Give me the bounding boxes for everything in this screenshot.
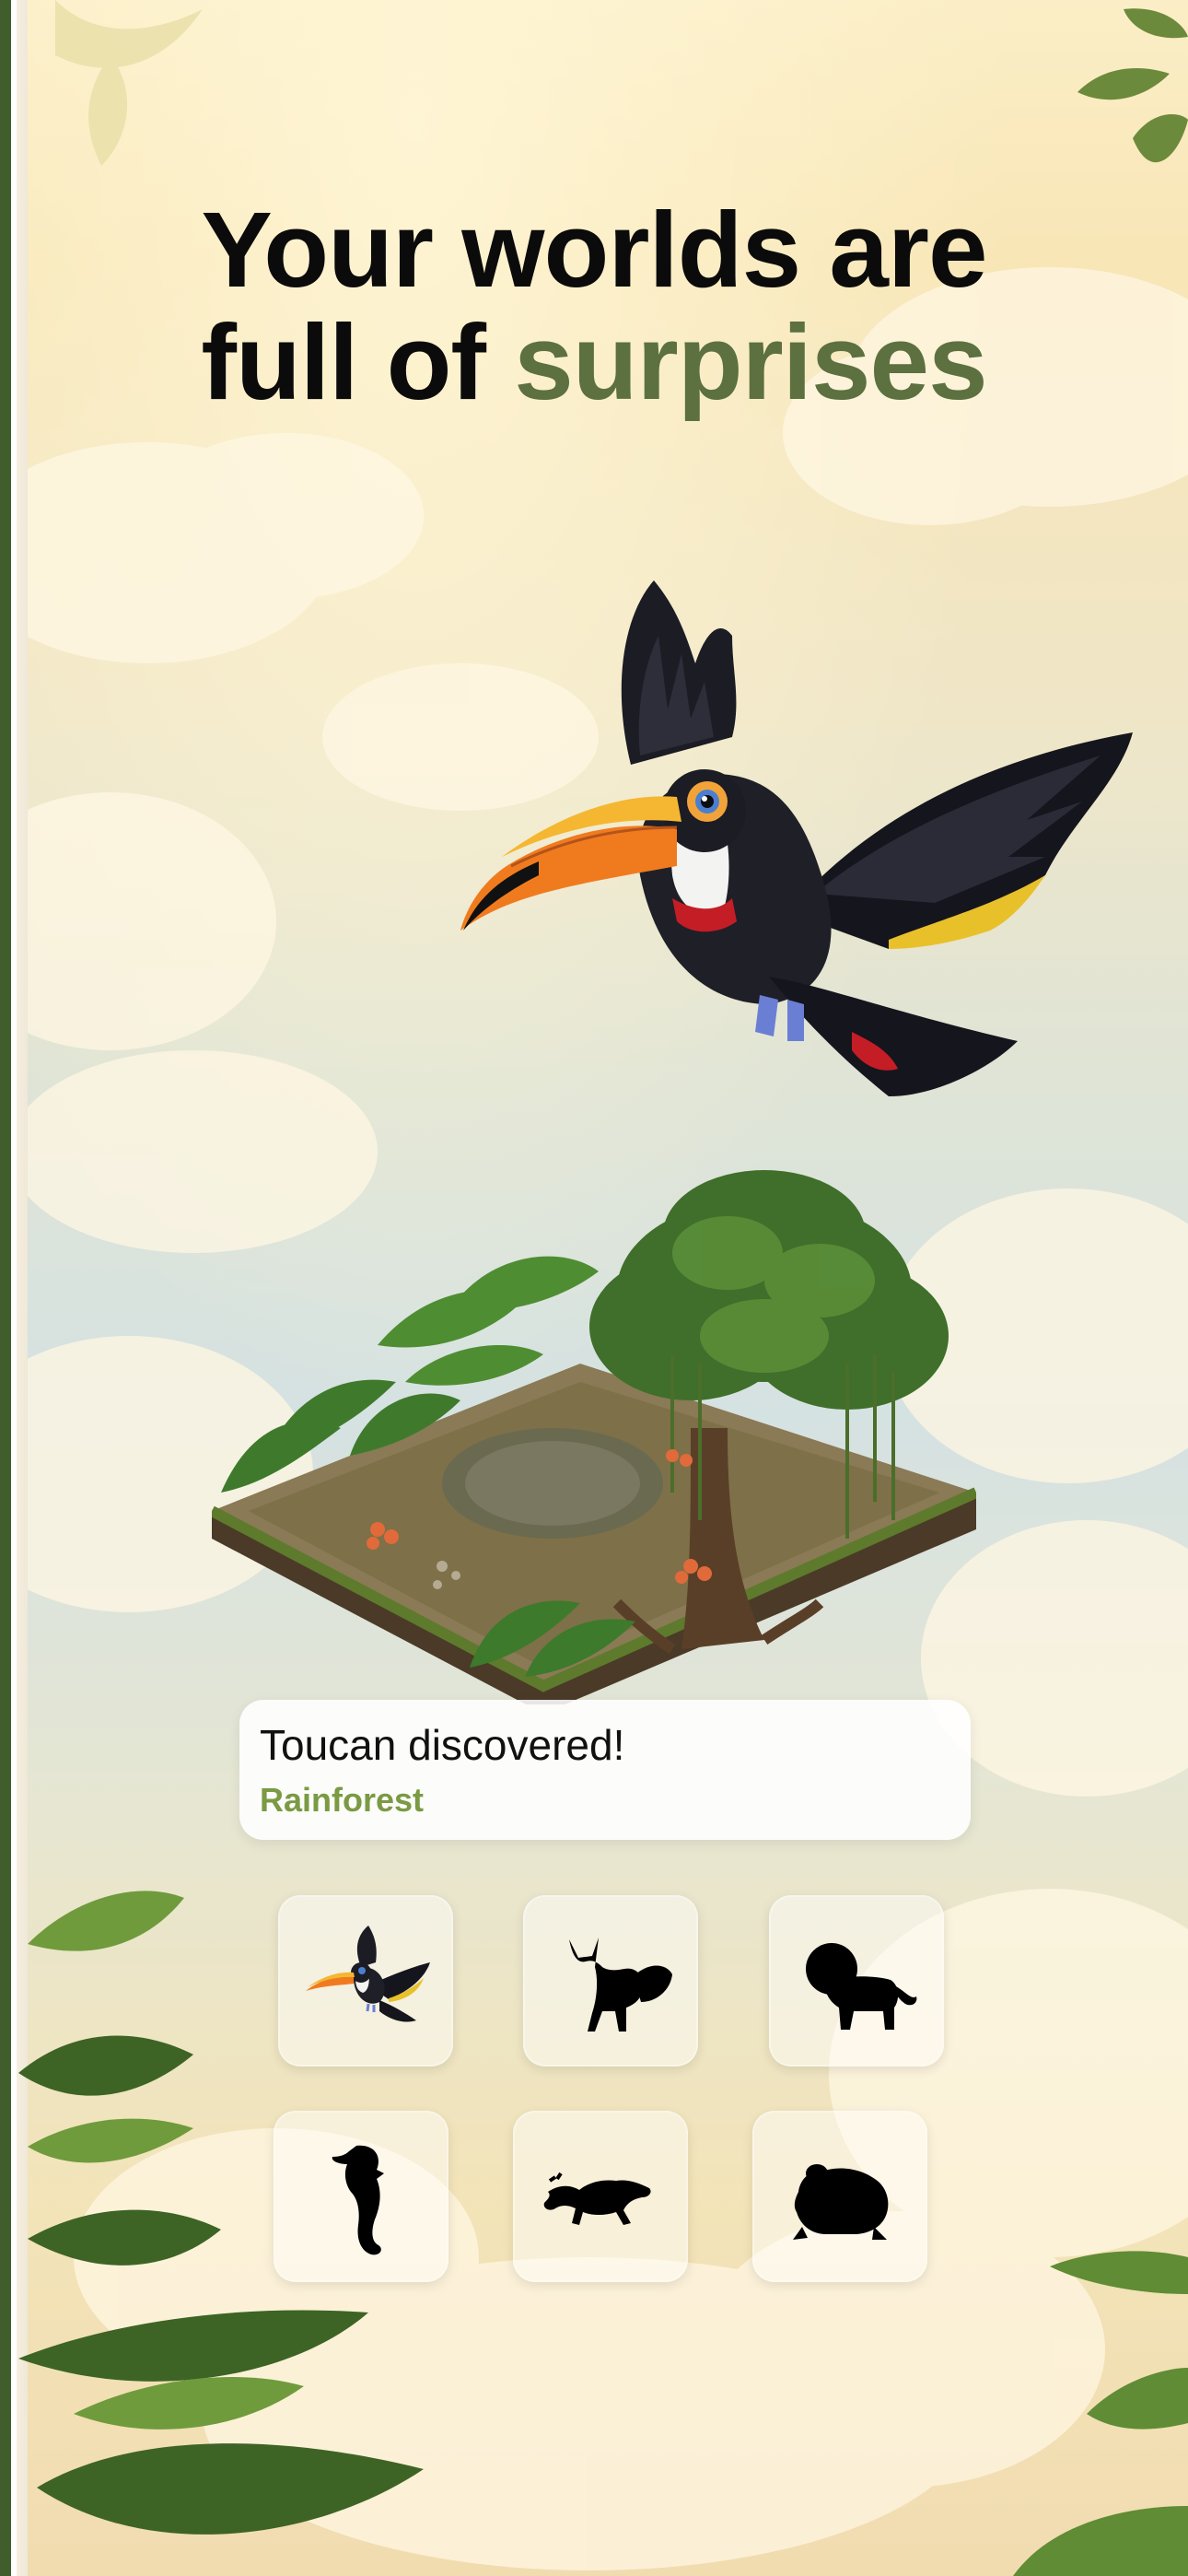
toucan-icon bbox=[306, 1926, 430, 2022]
collection-tile-toucan[interactable] bbox=[278, 1895, 453, 2067]
headline-plain-text: full of bbox=[201, 302, 515, 422]
collection-tile-lizard[interactable] bbox=[513, 2111, 688, 2282]
headline-accent-text: surprises bbox=[514, 302, 987, 422]
top-right-leaves bbox=[1077, 8, 1188, 163]
toast-subtitle: Rainforest bbox=[260, 1781, 425, 1819]
bottom-right-leaves bbox=[1013, 2251, 1188, 2576]
rainforest-island-illustration bbox=[212, 1170, 976, 1704]
collection-tile-lion[interactable] bbox=[769, 1895, 944, 2067]
lion-silhouette-icon bbox=[806, 1943, 917, 2030]
collection-tile-seahorse[interactable] bbox=[274, 2111, 448, 2282]
headline-line-1: Your worlds are bbox=[201, 190, 987, 310]
collection-tile-frog[interactable] bbox=[752, 2111, 927, 2282]
toucan-hero-illustration bbox=[460, 580, 1133, 1096]
discovery-toast: Toucan discovered! Rainforest bbox=[239, 1700, 971, 1840]
headline: Your worlds are full of surprises bbox=[0, 193, 1188, 418]
toast-title: Toucan discovered! bbox=[260, 1721, 625, 1769]
top-left-leaves bbox=[55, 0, 203, 166]
frog-silhouette-icon bbox=[793, 2164, 889, 2240]
toucan-icon bbox=[460, 580, 1133, 1096]
lizard-silhouette-icon bbox=[543, 2172, 651, 2225]
headline-line-2: full of surprises bbox=[0, 306, 1188, 418]
collection-tile-fox[interactable] bbox=[523, 1895, 698, 2067]
fox-silhouette-icon bbox=[569, 1938, 672, 2032]
seahorse-silhouette-icon bbox=[332, 2145, 384, 2255]
